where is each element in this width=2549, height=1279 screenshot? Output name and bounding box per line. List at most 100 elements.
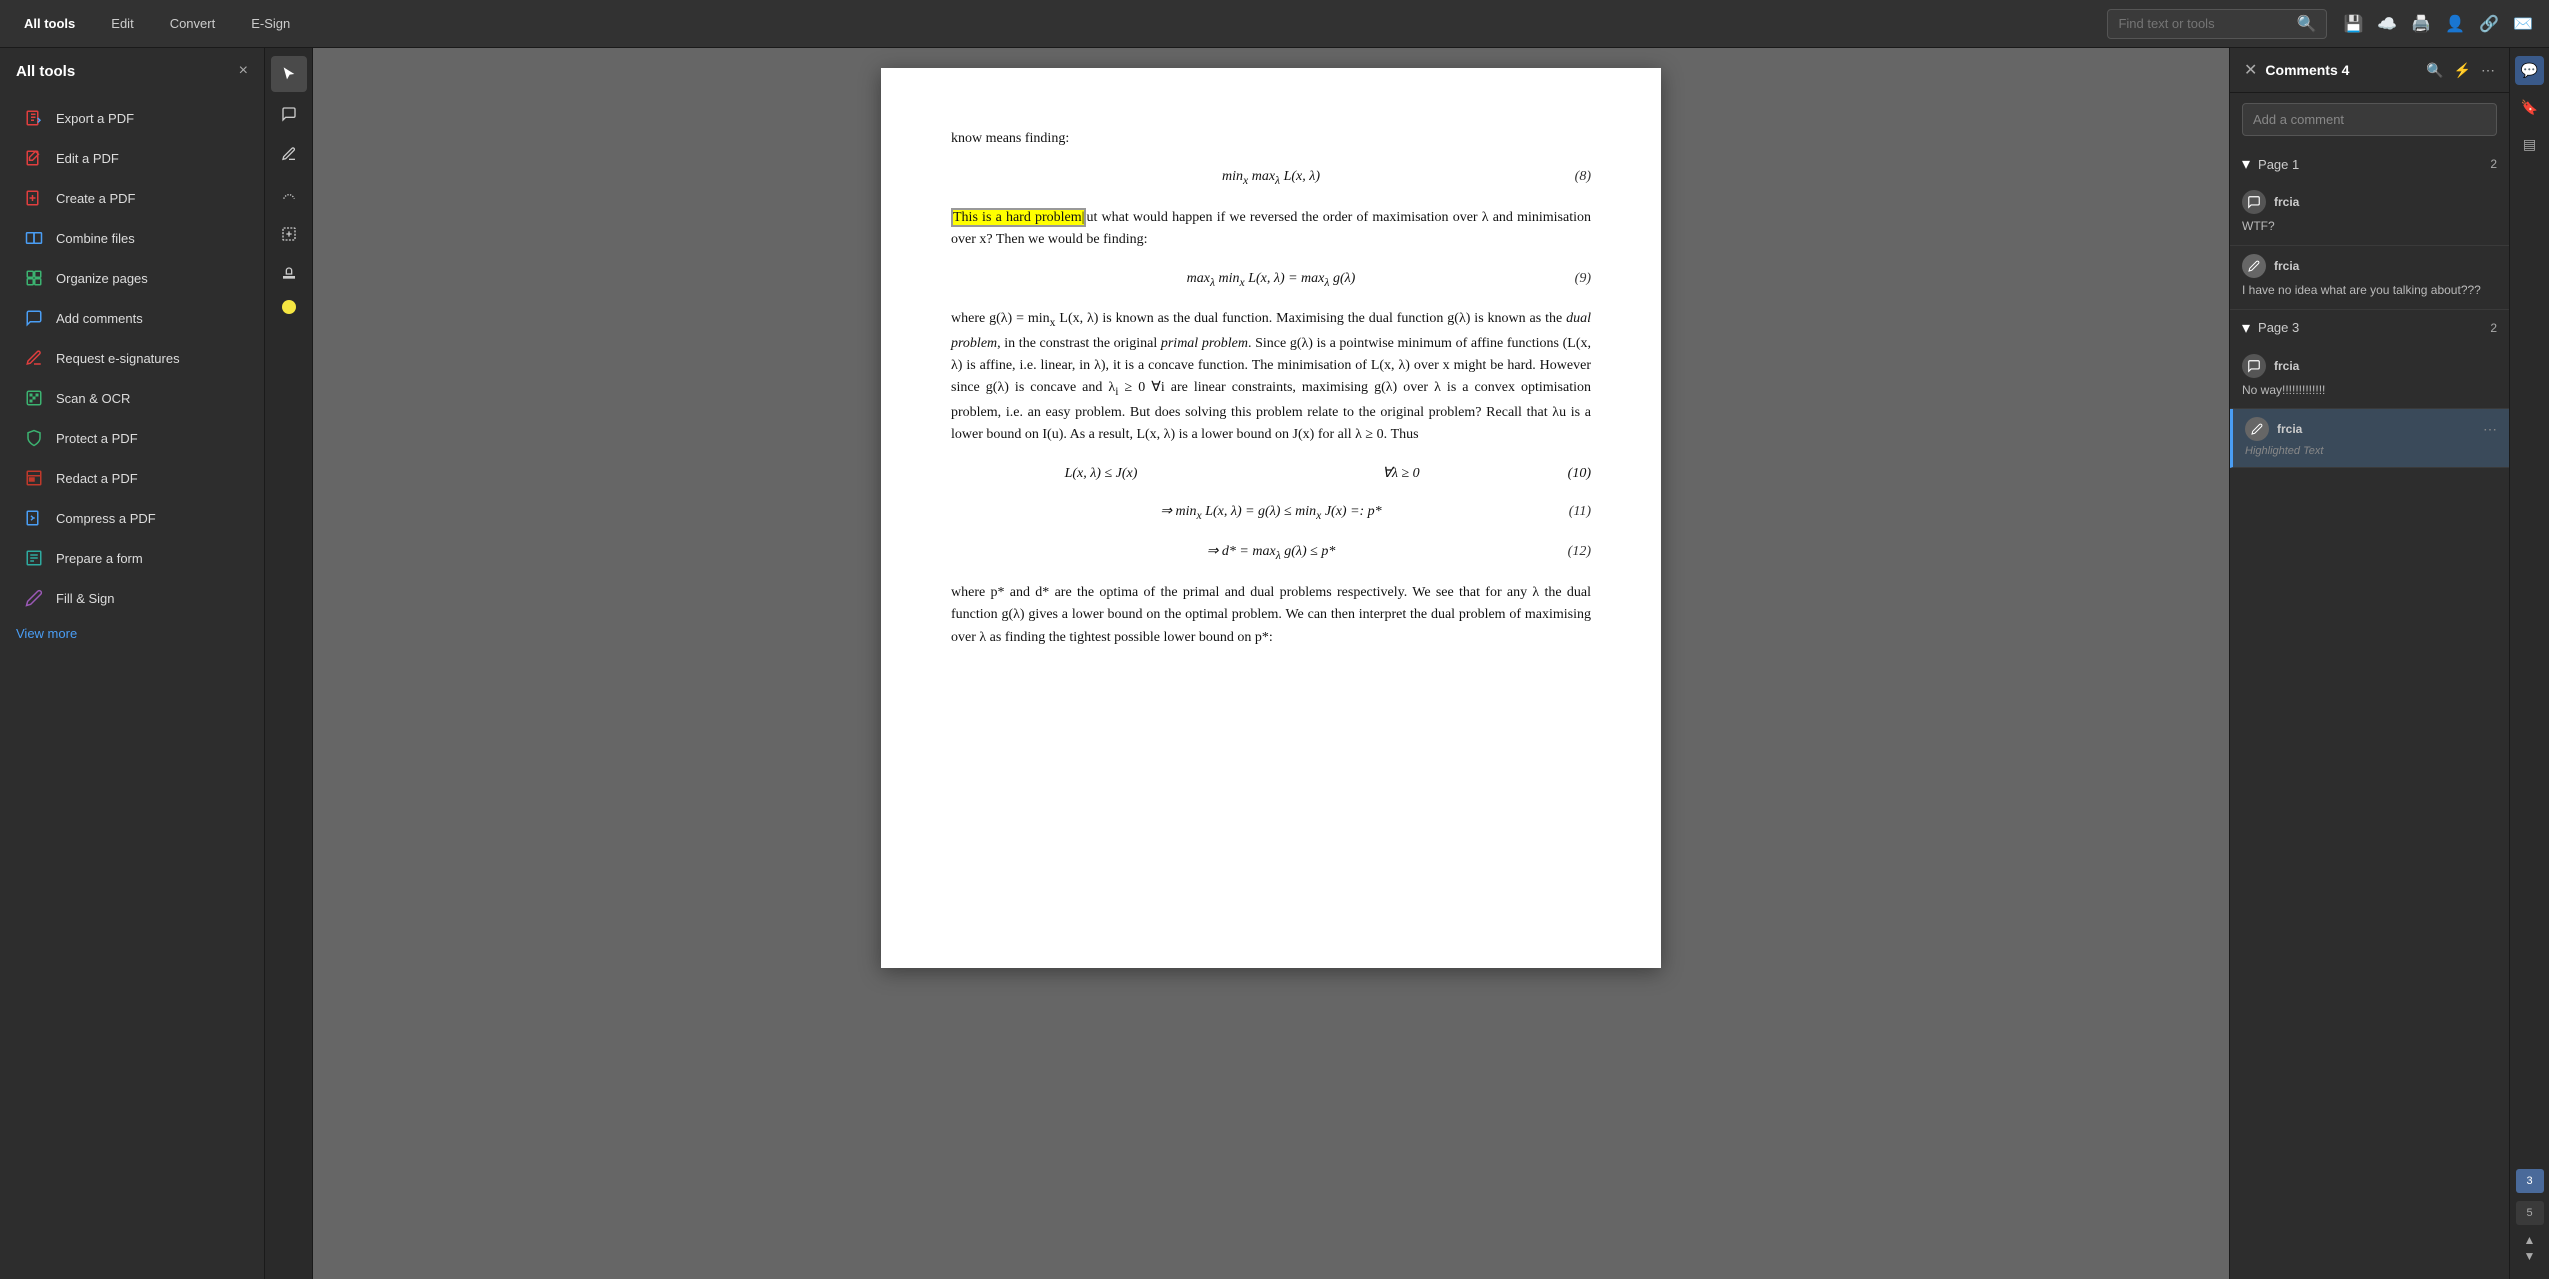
scan-ocr-icon <box>24 388 44 408</box>
edit-pdf-label: Edit a PDF <box>56 151 119 166</box>
scroll-arrows: ▲ ▼ <box>2524 1233 2536 1263</box>
sidebar-item-combine[interactable]: Combine files <box>8 219 256 257</box>
bookmark-icon[interactable]: 🔖 <box>2515 93 2544 122</box>
page-1-label: Page 1 <box>2258 157 2482 172</box>
comments-filter-icon[interactable]: ⚡ <box>2454 62 2471 79</box>
comments-panel: ✕ Comments 4 🔍 ⚡ ⋯ Add a comment ▾ Page … <box>2229 48 2509 1279</box>
avatar-frcia-2 <box>2242 254 2266 278</box>
layers-icon[interactable]: ▤ <box>2517 130 2542 159</box>
avatar-frcia-4 <box>2245 417 2269 441</box>
text-tool[interactable] <box>271 216 307 252</box>
compress-label: Compress a PDF <box>56 511 156 526</box>
comment-user-3: frcia <box>2274 359 2299 373</box>
comment-text-2: I have no idea what are you talking abou… <box>2242 282 2497 299</box>
pdf-para2: where g(λ) = minx L(x, λ) is known as th… <box>951 308 1591 447</box>
nav-all-tools[interactable]: All tools <box>16 12 83 35</box>
eq12-block: ⇒ d* = maxλ g(λ) ≤ p* (12) <box>951 541 1591 565</box>
comment-page1-item2[interactable]: frcia I have no idea what are you talkin… <box>2230 246 2509 310</box>
upload-icon[interactable]: ☁️ <box>2377 14 2397 34</box>
nav-convert[interactable]: Convert <box>162 12 224 35</box>
comment-page3-item2[interactable]: frcia ⋯ Highlighted Text <box>2230 409 2509 468</box>
comment-more-icon[interactable]: ⋯ <box>2483 421 2497 438</box>
page-3-group: ▾ Page 3 2 frcia No way!!!!!!!!!!!!! <box>2230 310 2509 469</box>
comment-header-2: frcia <box>2242 254 2497 278</box>
form-label: Prepare a form <box>56 551 143 566</box>
page-3-label: Page 3 <box>2258 320 2482 335</box>
comments-close-icon[interactable]: ✕ <box>2244 60 2257 80</box>
highlighted-text: This is a hard problem| <box>951 208 1086 227</box>
page-1-chevron-icon: ▾ <box>2242 154 2250 174</box>
sidebar-item-export-pdf[interactable]: Export a PDF <box>8 99 256 137</box>
redact-icon <box>24 468 44 488</box>
search-input[interactable] <box>2118 16 2290 31</box>
view-more-button[interactable]: View more <box>0 618 264 649</box>
sidebar-item-compress[interactable]: Compress a PDF <box>8 499 256 537</box>
pdf-para3: where p* and d* are the optima of the pr… <box>951 582 1591 649</box>
sidebar-item-esign[interactable]: Request e-signatures <box>8 339 256 377</box>
email-icon[interactable]: ✉️ <box>2513 14 2533 34</box>
redact-label: Redact a PDF <box>56 471 138 486</box>
avatar-frcia-3 <box>2242 354 2266 378</box>
sidebar-item-form[interactable]: Prepare a form <box>8 539 256 577</box>
comments-icon <box>24 308 44 328</box>
comment-subtext-4: Highlighted Text <box>2245 445 2497 457</box>
pdf-content: know means finding: minx maxλ L(x, λ) (8… <box>951 128 1591 649</box>
topbar-icons: 💾 ☁️ 🖨️ 👤 🔗 ✉️ <box>2343 14 2533 34</box>
comment-user-2: frcia <box>2274 259 2299 273</box>
page-1-header[interactable]: ▾ Page 1 2 <box>2230 146 2509 182</box>
main-layout: All tools × Export a PDF Edit a PDF <box>0 48 2549 1279</box>
sidebar-item-scan-ocr[interactable]: Scan & OCR <box>8 379 256 417</box>
comments-search-icon[interactable]: 🔍 <box>2426 62 2443 79</box>
page-3-header[interactable]: ▾ Page 3 2 <box>2230 310 2509 346</box>
topbar-nav: All tools Edit Convert E-Sign <box>16 12 298 35</box>
stamp-tool[interactable] <box>271 256 307 292</box>
color-dot[interactable] <box>282 300 296 314</box>
select-tool[interactable] <box>271 56 307 92</box>
protect-icon <box>24 428 44 448</box>
fill-sign-icon <box>24 588 44 608</box>
combine-icon <box>24 228 44 248</box>
sidebar-item-edit-pdf[interactable]: Edit a PDF <box>8 139 256 177</box>
chat-bubble-icon[interactable]: 💬 <box>2515 56 2544 85</box>
sidebar-item-protect[interactable]: Protect a PDF <box>8 419 256 457</box>
sidebar-item-fill-sign[interactable]: Fill & Sign <box>8 579 256 617</box>
comments-icons: 🔍 ⚡ ⋯ <box>2426 62 2495 79</box>
eq11-block: ⇒ minx L(x, λ) = g(λ) ≤ minx J(x) =: p* … <box>951 501 1591 525</box>
create-pdf-icon <box>24 188 44 208</box>
sidebar-item-redact[interactable]: Redact a PDF <box>8 459 256 497</box>
eq10-block: L(x, λ) ≤ J(x) ∀λ ≥ 0 (10) <box>951 463 1591 485</box>
eq8-block: minx maxλ L(x, λ) (8) <box>951 166 1591 190</box>
sidebar-close-button[interactable]: × <box>239 62 248 80</box>
left-sidebar: All tools × Export a PDF Edit a PDF <box>0 48 265 1279</box>
scroll-up-icon[interactable]: ▲ <box>2524 1233 2536 1247</box>
curve-tool[interactable] <box>271 176 307 212</box>
comments-more-icon[interactable]: ⋯ <box>2481 62 2495 79</box>
page-badge-5[interactable]: 5 <box>2516 1201 2544 1225</box>
add-comments-label: Add comments <box>56 311 143 326</box>
page-1-group: ▾ Page 1 2 frcia WTF? <box>2230 146 2509 310</box>
export-pdf-label: Export a PDF <box>56 111 134 126</box>
eq9-block: maxλ minx L(x, λ) = maxλ g(λ) (9) <box>951 268 1591 292</box>
sidebar-item-organize[interactable]: Organize pages <box>8 259 256 297</box>
protect-label: Protect a PDF <box>56 431 138 446</box>
save-icon[interactable]: 💾 <box>2343 14 2363 34</box>
nav-esign[interactable]: E-Sign <box>243 12 298 35</box>
page-badge-3[interactable]: 3 <box>2516 1169 2544 1193</box>
scroll-down-icon[interactable]: ▼ <box>2524 1249 2536 1263</box>
sidebar-item-create-pdf[interactable]: Create a PDF <box>8 179 256 217</box>
draw-tool[interactable] <box>271 136 307 172</box>
pdf-para1: This is a hard problem|ut what would hap… <box>951 207 1591 252</box>
comment-header: frcia <box>2242 190 2497 214</box>
print-icon[interactable]: 🖨️ <box>2411 14 2431 34</box>
comment-tool[interactable] <box>271 96 307 132</box>
comment-page1-item1[interactable]: frcia WTF? <box>2230 182 2509 246</box>
nav-edit[interactable]: Edit <box>103 12 141 35</box>
comment-page3-item1[interactable]: frcia No way!!!!!!!!!!!!! <box>2230 346 2509 410</box>
sidebar-item-comments[interactable]: Add comments <box>8 299 256 337</box>
account-icon[interactable]: 👤 <box>2445 14 2465 34</box>
search-bar[interactable]: 🔍 <box>2107 9 2327 39</box>
pdf-area[interactable]: know means finding: minx maxλ L(x, λ) (8… <box>313 48 2229 1279</box>
comment-header-4: frcia ⋯ <box>2245 417 2497 441</box>
add-comment-input[interactable]: Add a comment <box>2242 103 2497 136</box>
share-icon[interactable]: 🔗 <box>2479 14 2499 34</box>
